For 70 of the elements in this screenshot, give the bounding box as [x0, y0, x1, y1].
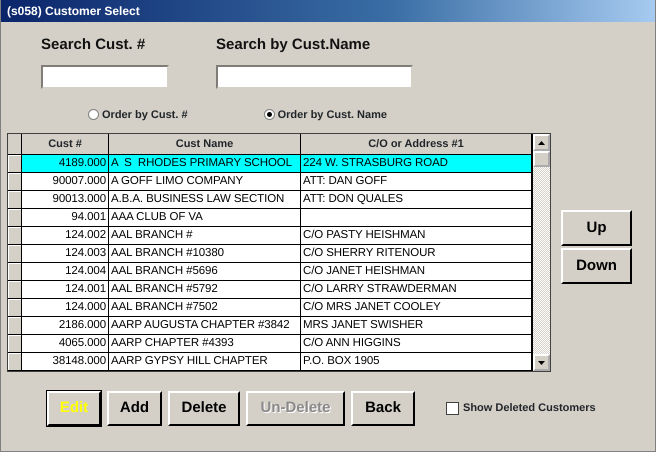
- row-indicator[interactable]: [8, 209, 22, 227]
- table-cell: A.B.A. BUSINESS LAW SECTION: [109, 191, 301, 209]
- table-cell: AARP CHAPTER #4393: [109, 335, 301, 353]
- table-cell: 124.001: [22, 281, 109, 299]
- table-cell: AAA CLUB OF VA: [109, 209, 301, 227]
- table-cell: 4189.000: [22, 155, 109, 173]
- table-cell: 124.000: [22, 299, 109, 317]
- row-indicator[interactable]: [8, 155, 22, 173]
- checkbox-label: Show Deleted Customers: [463, 401, 596, 416]
- table-cell: C/O SHERRY RITENOUR: [301, 245, 532, 263]
- row-indicator[interactable]: [8, 263, 22, 281]
- table-cell: AAL BRANCH #5696: [109, 263, 301, 281]
- row-indicator[interactable]: [8, 317, 22, 335]
- table-cell: ATT: DON QUALES: [301, 191, 532, 209]
- row-indicator[interactable]: [8, 353, 22, 371]
- checkbox[interactable]: [446, 402, 459, 415]
- table-cell: A GOFF LIMO COMPANY: [109, 173, 301, 191]
- row-indicator[interactable]: [8, 191, 22, 209]
- table-cell: 94.001: [22, 209, 109, 227]
- radio-option[interactable]: Order by Cust. #: [88, 106, 188, 123]
- scroll-up-button[interactable]: [533, 134, 550, 151]
- table-cell: C/O ANN HIGGINS: [301, 335, 532, 353]
- scroll-thumb[interactable]: [533, 151, 550, 167]
- search-field[interactable]: [41, 64, 169, 88]
- table-cell: AAL BRANCH #7502: [109, 299, 301, 317]
- nav-button[interactable]: Up: [561, 210, 632, 246]
- table-cell: MRS JANET SWISHER: [301, 317, 532, 335]
- row-indicator[interactable]: [8, 281, 22, 299]
- action-button[interactable]: Add: [107, 391, 162, 426]
- column-header[interactable]: Cust Name: [109, 134, 301, 155]
- nav-button[interactable]: Down: [561, 248, 632, 284]
- table-cell: AAL BRANCH #: [109, 227, 301, 245]
- table-cell: 124.002: [22, 227, 109, 245]
- column-header[interactable]: C/O or Address #1: [301, 134, 532, 155]
- table-cell: AAL BRANCH #10380: [109, 245, 301, 263]
- column-header[interactable]: Cust #: [22, 134, 109, 155]
- row-indicator[interactable]: [8, 335, 22, 353]
- search-field[interactable]: [216, 64, 413, 88]
- table-cell: AAL BRANCH #5792: [109, 281, 301, 299]
- row-indicator[interactable]: [8, 245, 22, 263]
- table-cell: 2186.000: [22, 317, 109, 335]
- table-cell: AARP GYPSY HILL CHAPTER: [109, 353, 301, 371]
- table-cell: C/O LARRY STRAWDERMAN: [301, 281, 532, 299]
- action-button[interactable]: Back: [351, 391, 415, 426]
- table-cell: 224 W. STRASBURG ROAD: [301, 155, 532, 173]
- row-indicator[interactable]: [8, 227, 22, 245]
- table-cell: P.O. BOX 1905: [301, 353, 532, 371]
- row-indicator[interactable]: [8, 173, 22, 191]
- field-label: Search by Cust.Name: [216, 35, 372, 55]
- table-cell: C/O JANET HEISHMAN: [301, 263, 532, 281]
- table-cell: 4065.000: [22, 335, 109, 353]
- down-arrow-icon: [538, 360, 545, 364]
- table-cell: 38148.000: [22, 353, 109, 371]
- window-title: (s058) Customer Select: [1, 0, 655, 22]
- table-cell: C/O MRS JANET COOLEY: [301, 299, 532, 317]
- scrollbar[interactable]: [532, 134, 550, 371]
- table-cell: ATT: DAN GOFF: [301, 173, 532, 191]
- row-indicator[interactable]: [8, 299, 22, 317]
- table-cell: 90013.000: [22, 191, 109, 209]
- field-label: Search Cust. #: [41, 35, 146, 55]
- table-cell: 90007.000: [22, 173, 109, 191]
- table-cell: 124.004: [22, 263, 109, 281]
- radio-option[interactable]: Order by Cust. Name: [264, 106, 387, 123]
- up-arrow-icon: [538, 140, 545, 144]
- table-cell: C/O PASTY HEISHMAN: [301, 227, 532, 245]
- action-button[interactable]: Delete: [168, 391, 240, 426]
- scroll-down-button[interactable]: [533, 354, 550, 371]
- table-cell: A S RHODES PRIMARY SCHOOL: [109, 155, 301, 173]
- table-cell: 124.003: [22, 245, 109, 263]
- table-cell: AARP AUGUSTA CHAPTER #3842: [109, 317, 301, 335]
